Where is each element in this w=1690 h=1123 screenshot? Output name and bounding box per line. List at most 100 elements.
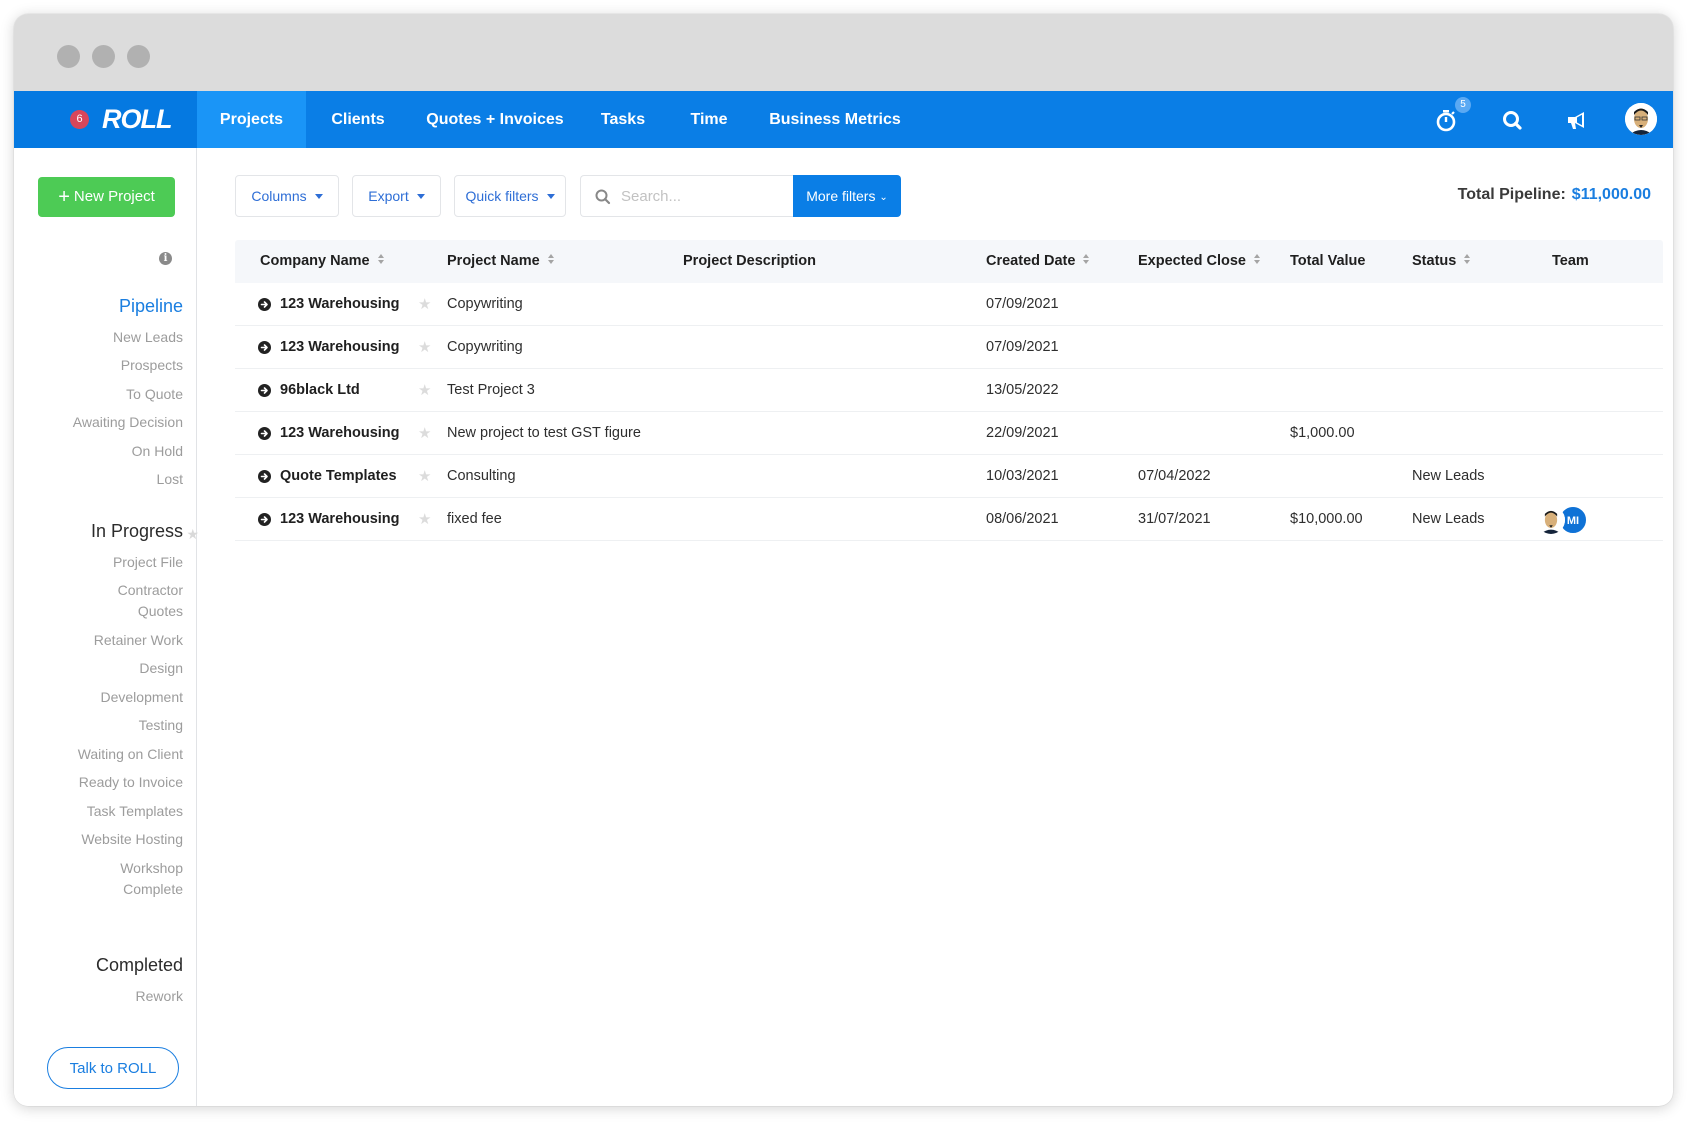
star-icon[interactable]: ★ (186, 521, 199, 547)
cell-project[interactable]: fixed fee (447, 498, 502, 541)
cell-project[interactable]: New project to test GST figure (447, 412, 641, 455)
star-icon[interactable]: ★ (418, 369, 431, 412)
arrow-right-circle-icon[interactable] (258, 427, 271, 440)
cell-created: 07/09/2021 (986, 296, 1059, 312)
window-close-button[interactable] (57, 45, 80, 68)
sidebar-item-ready-to-invoice[interactable]: Ready to Invoice (78, 772, 183, 793)
table-row[interactable]: 96black Ltd ★ Test Project 3 13/05/2022 (235, 369, 1663, 412)
cell-status: New Leads (1412, 511, 1485, 527)
sidebar-item-retainer-work[interactable]: Retainer Work (78, 630, 183, 651)
header-created-date[interactable]: Created Date (986, 240, 1090, 283)
tab-clients[interactable]: Clients (306, 91, 410, 148)
cell-company[interactable]: 123 Warehousing (280, 283, 400, 326)
header-project-name[interactable]: Project Name (447, 240, 555, 283)
total-pipeline-value: $11,000.00 (1571, 186, 1651, 203)
tab-business-metrics[interactable]: Business Metrics (752, 91, 918, 148)
sort-icon[interactable] (1464, 254, 1471, 264)
sidebar-item-development[interactable]: Development (78, 687, 184, 708)
cell-expected-close: 07/04/2022 (1138, 468, 1211, 484)
sidebar-item-waiting-on-client[interactable]: Waiting on Client (78, 744, 183, 765)
cell-project[interactable]: Test Project 3 (447, 369, 535, 412)
roll-logo[interactable]: ROLL (102, 104, 172, 134)
header-company-name[interactable]: Company Name (260, 240, 385, 283)
sidebar-item-contractor-quotes[interactable]: Contractor Quotes (103, 580, 183, 622)
table-row[interactable]: Quote Templates ★ Consulting 10/03/2021 … (235, 455, 1663, 498)
header-expected-close[interactable]: Expected Close (1138, 240, 1261, 283)
sidebar-item-prospects[interactable]: Prospects (73, 355, 183, 376)
sidebar-heading-pipeline[interactable]: Pipeline (73, 293, 183, 319)
sidebar-item-lost[interactable]: Lost (73, 469, 183, 490)
sort-icon[interactable] (1083, 254, 1090, 264)
table-row[interactable]: 123 Warehousing ★ Copywriting 07/09/2021 (235, 283, 1663, 326)
table-row[interactable]: 123 Warehousing ★ Copywriting 07/09/2021 (235, 326, 1663, 369)
sidebar-item-website-hosting[interactable]: Website Hosting (78, 829, 183, 850)
window-minimize-button[interactable] (92, 45, 115, 68)
cell-company[interactable]: 123 Warehousing (280, 412, 400, 455)
sort-icon[interactable] (377, 254, 385, 264)
sidebar-heading-in-progress[interactable]: In Progress ★ (78, 518, 199, 544)
sidebar-item-to-quote[interactable]: To Quote (73, 384, 183, 405)
sort-icon[interactable] (547, 254, 555, 264)
stopwatch-icon[interactable] (1434, 107, 1460, 133)
sidebar-group-completed: Completed Rework (96, 952, 183, 1007)
sidebar-item-rework[interactable]: Rework (96, 986, 183, 1007)
megaphone-icon[interactable] (1564, 107, 1590, 133)
new-project-button[interactable]: + New Project (38, 177, 175, 217)
notification-badge[interactable]: 6 (70, 110, 89, 129)
cell-created: 08/06/2021 (986, 511, 1059, 527)
star-icon[interactable]: ★ (418, 412, 431, 455)
info-icon[interactable]: i (159, 252, 172, 265)
arrow-right-circle-icon[interactable] (258, 384, 271, 397)
cell-created: 13/05/2022 (986, 382, 1059, 398)
star-icon[interactable]: ★ (418, 498, 431, 541)
table-body: 123 Warehousing ★ Copywriting 07/09/2021… (235, 283, 1663, 541)
table-row[interactable]: 123 Warehousing ★ fixed fee 08/06/2021 3… (235, 498, 1663, 541)
sidebar-item-task-templates[interactable]: Task Templates (78, 801, 183, 822)
team-member-avatar[interactable] (1537, 506, 1565, 534)
cell-company[interactable]: Quote Templates (280, 455, 397, 498)
sort-icon[interactable] (1254, 254, 1261, 264)
cell-company[interactable]: 96black Ltd (280, 369, 360, 412)
arrow-right-circle-icon[interactable] (258, 470, 271, 483)
arrow-right-circle-icon[interactable] (258, 341, 271, 354)
logo-area[interactable]: 6 ROLL (14, 91, 197, 148)
sidebar-item-design[interactable]: Design (78, 658, 183, 679)
projects-table: Company Name Project Name Project Descri… (235, 240, 1663, 541)
export-dropdown[interactable]: Export (352, 175, 441, 217)
star-icon[interactable]: ★ (418, 326, 431, 369)
arrow-right-circle-icon[interactable] (258, 513, 271, 526)
cell-project[interactable]: Copywriting (447, 326, 523, 369)
cell-created: 22/09/2021 (986, 425, 1059, 441)
sidebar-item-project-file[interactable]: Project File (78, 552, 183, 573)
tab-projects[interactable]: Projects (197, 91, 306, 148)
star-icon[interactable]: ★ (418, 283, 431, 326)
sidebar-heading-completed[interactable]: Completed (96, 952, 183, 978)
sidebar-item-testing[interactable]: Testing (78, 715, 183, 736)
cell-project[interactable]: Copywriting (447, 283, 523, 326)
quick-filters-dropdown[interactable]: Quick filters (454, 175, 566, 217)
search-icon[interactable] (1500, 107, 1526, 133)
window-maximize-button[interactable] (127, 45, 150, 68)
cell-company[interactable]: 123 Warehousing (280, 326, 400, 369)
columns-dropdown[interactable]: Columns (235, 175, 339, 217)
caret-down-icon (546, 194, 555, 199)
sidebar-item-awaiting-decision[interactable]: Awaiting Decision (73, 412, 183, 433)
sidebar-group-pipeline: Pipeline New Leads Prospects To Quote Aw… (73, 293, 183, 490)
tab-quotes-invoices[interactable]: Quotes + Invoices (410, 91, 580, 148)
search-input[interactable] (621, 184, 781, 208)
table-row[interactable]: 123 Warehousing ★ New project to test GS… (235, 412, 1663, 455)
user-avatar[interactable] (1625, 103, 1657, 135)
cell-status: New Leads (1412, 468, 1485, 484)
arrow-right-circle-icon[interactable] (258, 298, 271, 311)
tab-time[interactable]: Time (666, 91, 752, 148)
star-icon[interactable]: ★ (418, 455, 431, 498)
sidebar-item-workshop-complete[interactable]: Workshop Complete (108, 858, 183, 900)
sidebar-item-on-hold[interactable]: On Hold (73, 441, 183, 462)
more-filters-button[interactable]: More filters ⌄ (793, 175, 901, 217)
cell-company[interactable]: 123 Warehousing (280, 498, 400, 541)
sidebar-item-new-leads[interactable]: New Leads (73, 327, 183, 348)
tab-tasks[interactable]: Tasks (580, 91, 666, 148)
header-status[interactable]: Status (1412, 240, 1471, 283)
cell-project[interactable]: Consulting (447, 455, 516, 498)
talk-to-roll-button[interactable]: Talk to ROLL (47, 1047, 179, 1089)
